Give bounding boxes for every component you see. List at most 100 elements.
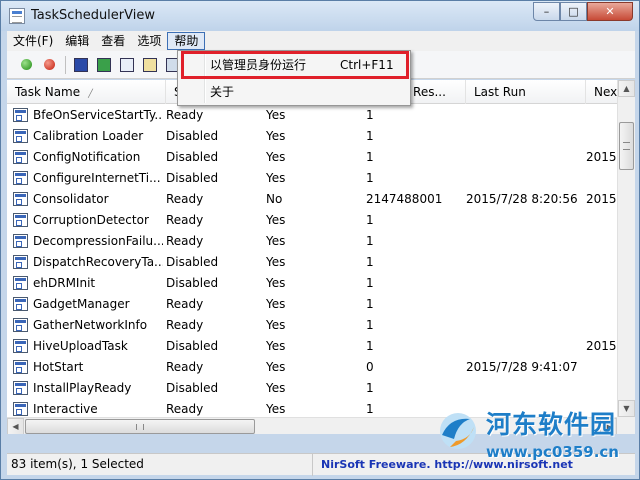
task-result-cell: 1 [366, 297, 374, 311]
maximize-button[interactable]: □ [560, 2, 587, 21]
task-icon [13, 402, 28, 416]
column-task-name[interactable]: Task Name ╱ [7, 80, 166, 104]
properties-button[interactable] [141, 56, 159, 74]
menu-options[interactable]: 选项 [131, 32, 167, 50]
table-row[interactable]: ConfigNotification Disabled Yes 1 2015, [7, 147, 620, 168]
next-run-cell [586, 210, 621, 231]
column-last-run[interactable]: Last Run [466, 80, 586, 104]
menu-about[interactable]: 关于 [180, 81, 408, 103]
task-icon [13, 108, 28, 122]
next-run-cell [586, 126, 621, 147]
task-icon [13, 171, 28, 185]
menu-help[interactable]: 帮助 [167, 32, 206, 50]
minimize-button[interactable]: – [533, 2, 560, 21]
copy-button[interactable] [118, 56, 136, 74]
menu-edit[interactable]: 编辑 [59, 32, 95, 50]
enabled-cell: Yes [266, 276, 286, 290]
task-name-cell: DispatchRecoveryTa... [13, 252, 163, 273]
enabled-cell: Yes [266, 234, 286, 248]
task-name-text: GadgetManager [33, 297, 130, 311]
status-cell: Disabled [166, 255, 219, 269]
status-cell: Disabled [166, 129, 219, 143]
task-name-cell: ehDRMInit [13, 273, 163, 294]
task-name-cell: HiveUploadTask [13, 336, 163, 357]
table-row[interactable]: GadgetManager Ready Yes 1 [7, 294, 617, 315]
task-icon [13, 297, 28, 311]
table-row[interactable]: DecompressionFailu... Ready Yes 1 [7, 231, 617, 252]
scroll-up-icon[interactable]: ▲ [618, 80, 635, 97]
last-run-cell [466, 126, 582, 147]
table-row[interactable]: CorruptionDetector Ready Yes 1 [7, 210, 617, 231]
task-name-cell: BfeOnServiceStartTy... [13, 105, 163, 126]
task-name-text: Consolidator [33, 192, 109, 206]
refresh-button[interactable] [95, 56, 113, 74]
horizontal-scroll-thumb[interactable] [25, 419, 255, 434]
enable-task-button[interactable] [17, 56, 35, 74]
last-run-cell [466, 105, 582, 126]
status-cell: Disabled [166, 171, 219, 185]
save-icon [74, 57, 88, 72]
table-row[interactable]: HiveUploadTask Disabled Yes 1 2015, [7, 336, 620, 357]
task-icon [13, 381, 28, 395]
table-row[interactable]: Consolidator Ready No 2147488001 2015/7/28 8… [7, 189, 620, 210]
task-result-cell: 1 [366, 129, 374, 143]
menu-file[interactable]: 文件(F) [7, 32, 59, 50]
scroll-left-icon[interactable]: ◀ [7, 418, 24, 434]
table-row[interactable]: GatherNetworkInfo Ready Yes 1 [7, 315, 617, 336]
vertical-scrollbar[interactable]: ▲ ▼ [617, 80, 635, 417]
task-result-cell: 0 [366, 360, 374, 374]
next-run-cell [586, 231, 621, 252]
table-row[interactable]: ehDRMInit Disabled Yes 1 [7, 273, 617, 294]
next-run-cell: 2015, [586, 339, 621, 353]
status-cell: Ready [166, 108, 204, 122]
table-row[interactable]: BfeOnServiceStartTy... Ready Yes 1 [7, 105, 617, 126]
task-icon [13, 339, 28, 353]
table-row[interactable]: HotStart Ready Yes 0 2015/7/28 9:41:07 [7, 357, 617, 378]
task-name-cell: GatherNetworkInfo [13, 315, 163, 336]
enabled-cell: Yes [266, 339, 286, 353]
column-next[interactable]: Next [586, 80, 617, 104]
save-button[interactable] [72, 56, 90, 74]
enabled-cell: Yes [266, 318, 286, 332]
status-cell: Disabled [166, 339, 219, 353]
task-name-text: BfeOnServiceStartTy... [33, 108, 163, 122]
table-row[interactable]: ConfigureInternetTi... Disabled Yes 1 [7, 168, 617, 189]
task-name-cell: GadgetManager [13, 294, 163, 315]
next-run-cell: 2015, [586, 150, 621, 164]
vertical-scroll-thumb[interactable] [619, 122, 634, 170]
title-bar: TaskSchedulerView – □ ✕ [1, 1, 639, 31]
task-icon [13, 213, 28, 227]
task-name-text: ehDRMInit [33, 276, 96, 290]
last-run-cell: 2015/7/28 9:41:07 [466, 360, 578, 374]
table-row[interactable]: DispatchRecoveryTa... Disabled Yes 1 [7, 252, 617, 273]
task-name-text: ConfigureInternetTi... [33, 171, 161, 185]
watermark-logo-icon [440, 413, 476, 449]
task-name-cell: CorruptionDetector [13, 210, 163, 231]
watermark: 河东软件园 www.pc0359.cn [434, 405, 639, 479]
task-result-cell: 1 [366, 171, 374, 185]
next-run-cell: 2015, [586, 192, 621, 206]
menu-view[interactable]: 查看 [95, 32, 131, 50]
table-row[interactable]: Calibration Loader Disabled Yes 1 [7, 126, 617, 147]
next-run-cell [586, 315, 621, 336]
task-icon [13, 192, 28, 206]
close-button[interactable]: ✕ [587, 2, 633, 21]
last-run-cell [466, 294, 582, 315]
task-name-text: HiveUploadTask [33, 339, 128, 353]
disable-task-button[interactable] [40, 56, 58, 74]
last-run-cell [466, 315, 582, 336]
maximize-icon: □ [568, 5, 579, 18]
task-name-text: ConfigNotification [33, 150, 141, 164]
table-row[interactable]: InstallPlayReady Disabled Yes 1 [7, 378, 617, 399]
green-circle-icon [20, 59, 32, 70]
task-result-cell: 1 [366, 108, 374, 122]
window-controls: – □ ✕ [533, 2, 633, 21]
red-highlight-box [181, 51, 409, 79]
task-icon [13, 360, 28, 374]
task-icon [13, 276, 28, 290]
enabled-cell: Yes [266, 171, 286, 185]
status-cell: Disabled [166, 381, 219, 395]
task-result-cell: 1 [366, 318, 374, 332]
next-run-cell [586, 357, 621, 378]
last-run-cell [466, 231, 582, 252]
